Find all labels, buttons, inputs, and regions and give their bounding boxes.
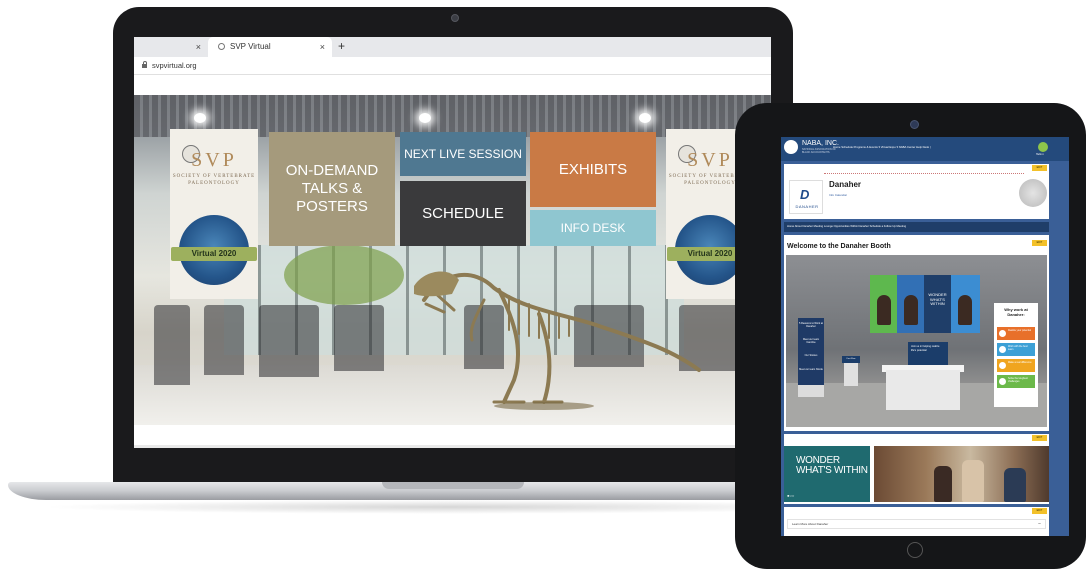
tab-title: SVP Virtual — [230, 42, 271, 51]
wonder-panel: WONDER WHAT'S WITHIN — [924, 275, 951, 333]
trees-outside — [284, 245, 404, 305]
person-photo — [958, 295, 972, 325]
exhibits-tile[interactable]: EXHIBITS — [530, 132, 656, 207]
laptop-camera-icon — [451, 14, 459, 22]
tower-item-potential[interactable]: Realize your potential — [997, 327, 1035, 340]
laptop-screen: × SVP Virtual × + svpvirtual.org SVP SOC… — [134, 37, 771, 478]
person-photo — [877, 295, 891, 325]
learn-more-accordion[interactable]: Learn More About Danaher − — [787, 519, 1046, 529]
dinosaur-skeleton-icon — [414, 271, 701, 410]
browser-tab-bar: × SVP Virtual × + — [134, 37, 771, 57]
on-demand-talks-tile[interactable]: ON-DEMAND TALKS & POSTERS — [269, 132, 395, 246]
photo-panel — [870, 275, 897, 333]
small-kiosk-screen[interactable]: Fact Flow — [842, 356, 860, 363]
crowd-figure — [334, 305, 384, 371]
tower-item-team[interactable]: Work with the best team — [997, 343, 1035, 356]
sponsor-seal-icon — [1019, 179, 1047, 207]
svp-subtitle: SOCIETY OF VERTEBRATE PALEONTOLOGY — [172, 174, 256, 186]
user-menu[interactable]: Hello ▾ — [1036, 153, 1044, 156]
photo-wall[interactable]: WONDER WHAT'S WITHIN — [870, 275, 980, 333]
danaher-mark-icon: D — [800, 187, 810, 202]
virtual-booth-image[interactable]: WONDER WHAT'S WITHIN 5 Reasons to Work a… — [786, 255, 1047, 427]
page-header-space — [134, 75, 771, 95]
tablet-screen: NABA, INC. NATIONAL ASSOCIATION OF BLACK… — [781, 137, 1069, 536]
crowd-figure — [204, 305, 244, 375]
play-icon — [999, 330, 1006, 337]
welcome-panel: Welcome to the Danaher Booth EDIT WONDER… — [784, 235, 1049, 431]
kiosk-item[interactable]: 5 Reasons to Work at Danaher — [799, 322, 823, 328]
photo-panel — [897, 275, 924, 333]
divider — [824, 173, 1024, 174]
badge-ribbon: Virtual 2020 — [171, 247, 257, 261]
photo-panel — [951, 275, 980, 333]
tablet-home-button[interactable] — [907, 542, 923, 558]
person-photo — [904, 295, 918, 325]
browser-tab-previous[interactable]: × — [134, 37, 208, 57]
collapse-icon[interactable]: − — [1038, 520, 1041, 528]
tower-item-challenges[interactable]: Solve the toughest challenges — [997, 375, 1035, 388]
tablet-camera-icon — [910, 120, 919, 129]
booth-menu-links[interactable]: Home About Danaher Meeting Lounge Opport… — [787, 225, 906, 228]
learn-more-panel: EDIT Learn More About Danaher − — [784, 507, 1049, 536]
company-title: Danaher — [829, 180, 862, 189]
carousel-dots[interactable]: ●○○ — [787, 493, 794, 498]
promo-composition: × SVP Virtual × + svpvirtual.org SVP SOC… — [0, 0, 1086, 569]
naba-logo-icon[interactable] — [784, 140, 798, 154]
play-icon — [999, 346, 1006, 353]
svp-banner-left: SVP SOCIETY OF VERTEBRATE PALEONTOLOGY V… — [170, 129, 258, 299]
kiosk-item[interactable]: Meet our team Nicole — [799, 368, 823, 371]
reception-counter — [886, 370, 960, 410]
edit-button[interactable]: EDIT — [1032, 508, 1047, 514]
svp-logo: SVP — [191, 149, 237, 171]
laptop-trackpad-notch — [382, 482, 524, 489]
next-live-session-tile[interactable]: NEXT LIVE SESSION — [400, 132, 526, 176]
edit-button[interactable]: EDIT — [1032, 165, 1047, 171]
kiosk-stand — [798, 385, 824, 397]
danaher-logo-text: DANAHER — [795, 204, 819, 209]
team-photo[interactable] — [874, 446, 1049, 502]
learn-more-label: Learn More About Danaher — [792, 522, 829, 526]
company-header-panel: EDIT D DANAHER Danaher Info Calendar — [784, 164, 1049, 219]
url-text: svpvirtual.org — [152, 61, 197, 70]
crowd-figure — [154, 305, 190, 385]
small-kiosk — [844, 360, 858, 386]
favicon-icon — [218, 43, 225, 50]
person-photo — [934, 466, 952, 502]
ceiling-light-icon — [194, 113, 206, 123]
browser-tab-active[interactable]: SVP Virtual × — [208, 37, 332, 57]
media-carousel-panel: EDIT WONDER WHAT'S WITHIN ●○○ — [784, 434, 1049, 504]
lock-icon — [142, 61, 147, 68]
crowd-figure — [259, 305, 319, 377]
ceiling-light-icon — [639, 113, 651, 123]
left-kiosk[interactable]: 5 Reasons to Work at Danaher Meet our te… — [798, 318, 824, 386]
kiosk-item[interactable]: Meet our team Caroline — [799, 338, 823, 344]
play-icon — [999, 378, 1006, 385]
wonder-whats-within-card[interactable]: WONDER WHAT'S WITHIN ●○○ — [784, 446, 870, 502]
why-work-tower: Why work at Danaher: Realize your potent… — [994, 303, 1038, 407]
address-bar[interactable]: svpvirtual.org — [134, 57, 771, 75]
edit-button[interactable]: EDIT — [1032, 435, 1047, 441]
close-tab-icon[interactable]: × — [320, 37, 325, 57]
user-avatar[interactable] — [1038, 142, 1048, 152]
danaher-logo: D DANAHER — [789, 180, 823, 214]
booth-menu-bar: Home About Danaher Meeting Lounge Opport… — [784, 222, 1049, 232]
welcome-heading: Welcome to the Danaher Booth — [787, 243, 891, 250]
ceiling-light-icon — [419, 113, 431, 123]
tower-title: Why work at Danaher: — [1004, 307, 1028, 317]
naba-top-nav: NABA, INC. NATIONAL ASSOCIATION OF BLACK… — [781, 137, 1069, 161]
wonder-card-text: WONDER WHAT'S WITHIN — [796, 455, 868, 476]
naba-nav-links[interactable]: Home Schedule Programs & Events ▾ Virtua… — [833, 145, 931, 149]
new-tab-button[interactable]: + — [338, 37, 345, 57]
company-links[interactable]: Info Calendar — [829, 193, 847, 197]
virtual-lobby-scene: SVP SOCIETY OF VERTEBRATE PALEONTOLOGY V… — [134, 95, 771, 425]
kiosk-item[interactable]: Our Stories — [799, 354, 823, 357]
tower-item-difference[interactable]: Make a real difference — [997, 359, 1035, 372]
edit-button[interactable]: EDIT — [1032, 240, 1047, 246]
play-icon — [999, 362, 1006, 369]
screen-bottom-bezel — [134, 448, 771, 478]
person-photo — [962, 460, 984, 502]
person-photo — [1004, 468, 1026, 502]
close-tab-icon[interactable]: × — [196, 37, 201, 57]
